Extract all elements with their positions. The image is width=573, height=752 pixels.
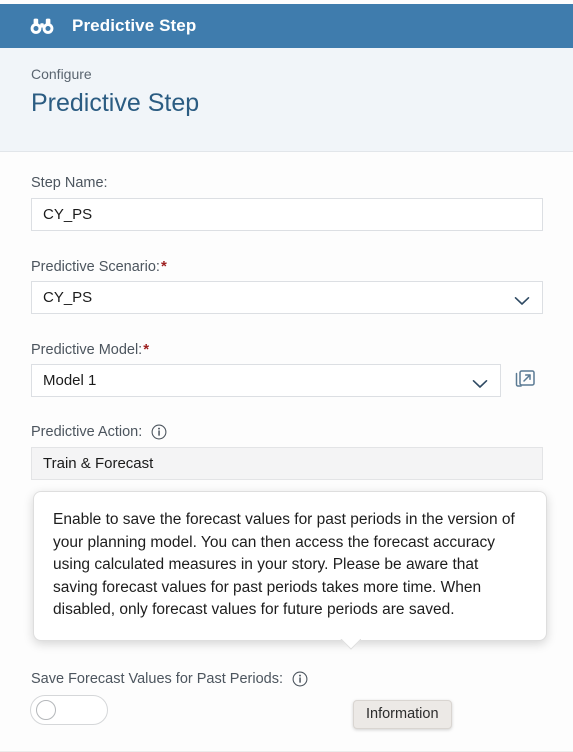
- form-body: Step Name: CY_PS Predictive Scenario: * C…: [0, 153, 573, 752]
- predictive-scenario-select[interactable]: CY_PS: [31, 281, 543, 314]
- open-in-new-window-icon[interactable]: [512, 367, 538, 393]
- predictive-action-value: Train & Forecast: [43, 455, 154, 472]
- binoculars-icon: [30, 16, 54, 36]
- dialog-titlebar: Predictive Step: [0, 4, 573, 48]
- toggle-knob: [36, 700, 56, 720]
- required-asterisk: *: [160, 258, 167, 275]
- required-asterisk: *: [143, 341, 150, 358]
- popover-arrow: [339, 639, 361, 651]
- information-popover: Enable to save the forecast values for p…: [33, 491, 547, 641]
- page-title: Predictive Step: [31, 89, 200, 117]
- breadcrumb: Configure: [31, 66, 92, 82]
- predictive-step-dialog: Predictive Step Configure Predictive Ste…: [0, 0, 573, 752]
- step-name-label: Step Name:: [31, 175, 108, 191]
- chevron-down-icon[interactable]: [514, 293, 530, 305]
- information-icon[interactable]: [151, 424, 167, 440]
- predictive-model-select[interactable]: Model 1: [31, 364, 501, 397]
- popover-text: Enable to save the forecast values for p…: [53, 511, 515, 618]
- predictive-action-label: Predictive Action:: [31, 424, 167, 440]
- information-icon[interactable]: [292, 671, 308, 687]
- dialog-title: Predictive Step: [72, 16, 197, 35]
- save-forecast-label: Save Forecast Values for Past Periods:: [31, 671, 308, 687]
- information-tooltip-text: Information: [366, 706, 439, 722]
- step-name-value: CY_PS: [43, 206, 93, 223]
- predictive-action-field: Train & Forecast: [31, 447, 543, 480]
- chevron-down-icon[interactable]: [472, 376, 488, 388]
- save-forecast-toggle[interactable]: [30, 695, 108, 725]
- predictive-model-label: Predictive Model: *: [31, 341, 150, 358]
- predictive-scenario-label: Predictive Scenario: *: [31, 258, 167, 275]
- predictive-scenario-value: CY_PS: [43, 289, 93, 306]
- information-tooltip: Information: [353, 700, 452, 729]
- predictive-model-value: Model 1: [43, 372, 97, 389]
- step-name-input[interactable]: CY_PS: [31, 198, 543, 231]
- dialog-subheader: Configure Predictive Step: [0, 48, 573, 152]
